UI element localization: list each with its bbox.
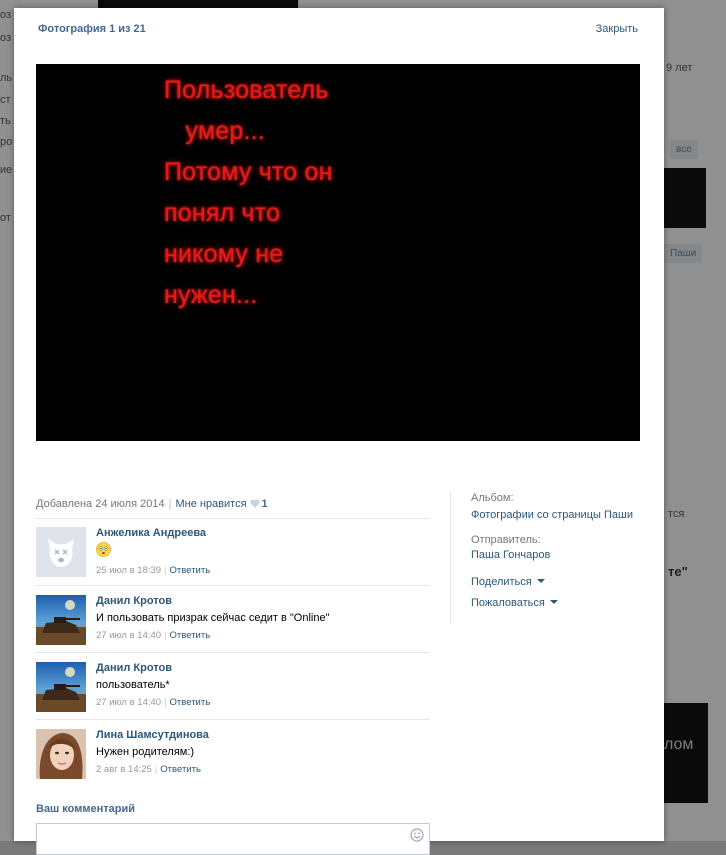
default-avatar[interactable] [36, 527, 86, 577]
user-avatar[interactable] [36, 662, 86, 712]
photo-viewer-modal: Фотография 1 из 21 Закрыть Пользователь … [14, 8, 664, 855]
separator: | [154, 764, 158, 775]
divider [36, 585, 430, 586]
comment-text: пользователь* [96, 679, 170, 691]
report-dropdown[interactable]: Пожаловаться [471, 597, 558, 609]
user-avatar[interactable] [36, 729, 86, 779]
comment-author[interactable]: Данил Кротов [96, 595, 172, 607]
comment-author[interactable]: Данил Кротов [96, 662, 172, 674]
photo-caption-text: Пользователь умер... Потому что он понял… [164, 76, 333, 309]
like-button[interactable]: Мне нравится [175, 498, 246, 510]
divider [36, 652, 430, 653]
heart-icon[interactable] [249, 499, 260, 508]
photo-counter: Фотография 1 из 21 [38, 23, 146, 35]
comment-author[interactable]: Лина Шамсутдинова [96, 729, 209, 741]
comment-text: Нужен родителям:) [96, 746, 195, 758]
comment-author[interactable]: Анжелика Андреева [96, 527, 206, 539]
separator: | [164, 697, 167, 708]
album-link[interactable]: Фотографии со страницы Паши [471, 509, 633, 521]
photo-image[interactable]: Пользователь умер... Потому что он понял… [36, 64, 640, 441]
comment-item: Лина Шамсутдинова Нужен родителям:) 2 ав… [36, 729, 430, 789]
smiley-icon[interactable] [410, 828, 424, 842]
photo-sidebar: Альбом: Фотографии со страницы Паши Отпр… [450, 492, 671, 624]
like-count[interactable]: 1 [262, 498, 268, 510]
comment-date[interactable]: 27 июл в 14:40 [96, 630, 161, 641]
separator: | [168, 498, 172, 510]
your-comment-label: Ваш комментарий [36, 803, 136, 815]
report-label[interactable]: Пожаловаться [471, 597, 545, 609]
added-date: Добавлена 24 июля 2014 [36, 498, 165, 510]
chevron-down-icon[interactable] [536, 579, 545, 583]
comment-meta: 25 июл в 18:39 | Ответить [96, 565, 210, 576]
user-avatar[interactable] [36, 595, 86, 645]
album-label: Альбом: [471, 492, 514, 504]
flushed-face-emoji-icon [96, 542, 111, 557]
comment-meta: 2 авг в 14:25 | Ответить [96, 764, 201, 775]
comment-meta: 27 июл в 14:40 | Ответить [96, 697, 210, 708]
close-button[interactable]: Закрыть [596, 23, 638, 35]
modal-header: Фотография 1 из 21 Закрыть [38, 23, 638, 39]
reply-link[interactable]: Ответить [170, 630, 211, 641]
comment-text: И пользовать призрак сейчас седит в "Onl… [96, 612, 330, 624]
separator: | [164, 630, 167, 641]
separator: | [164, 565, 167, 576]
reply-link[interactable]: Ответить [160, 764, 201, 775]
photo-info-row: Добавлена 24 июля 2014 | Мне нравится 1 [36, 498, 430, 510]
sender-label: Отправитель: [471, 534, 541, 546]
share-label[interactable]: Поделиться [471, 576, 532, 588]
comment-date[interactable]: 27 июл в 14:40 [96, 697, 161, 708]
comment-date[interactable]: 25 июл в 18:39 [96, 565, 161, 576]
comment-item: Данил Кротов пользователь* 27 июл в 14:4… [36, 662, 430, 722]
comment-meta: 27 июл в 14:40 | Ответить [96, 630, 210, 641]
divider [36, 719, 430, 720]
comment-item: Данил Кротов И пользовать призрак сейчас… [36, 595, 430, 655]
sender-link[interactable]: Паша Гончаров [471, 549, 550, 561]
reply-link[interactable]: Ответить [170, 565, 211, 576]
divider [36, 518, 430, 519]
chevron-down-icon[interactable] [549, 600, 558, 604]
comment-date[interactable]: 2 авг в 14:25 [96, 764, 152, 775]
reply-link[interactable]: Ответить [170, 697, 211, 708]
share-dropdown[interactable]: Поделиться [471, 576, 545, 588]
comment-input[interactable] [36, 823, 430, 855]
comment-item: Анжелика Андреева 25 июл в 18:39 | Ответит… [36, 527, 430, 587]
